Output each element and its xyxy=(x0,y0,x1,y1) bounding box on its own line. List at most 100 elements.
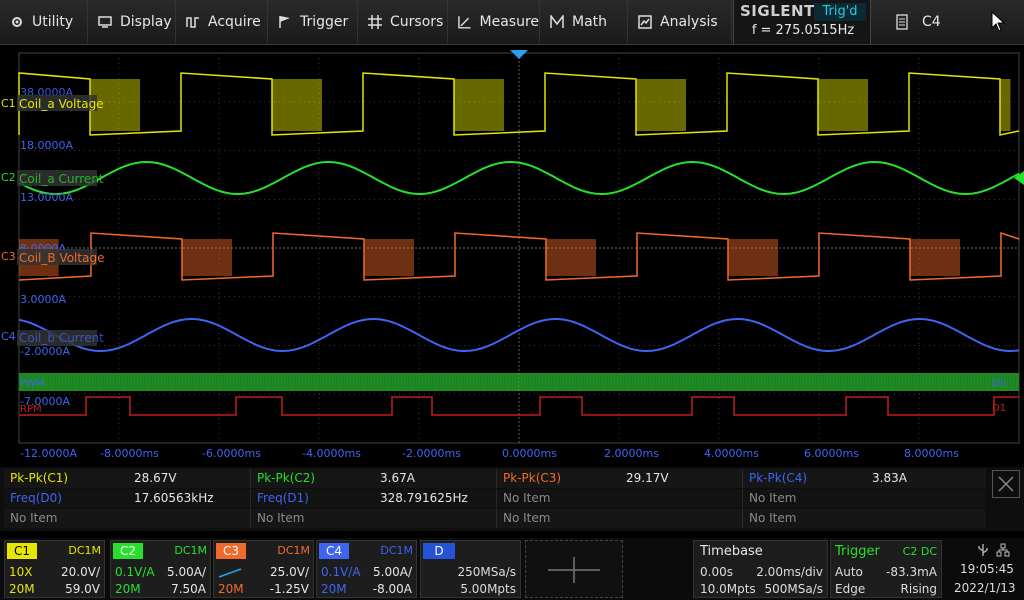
c1-trace-label: Coil_a Voltage xyxy=(19,97,104,111)
c4-trace-label: Coil_b Current xyxy=(19,331,104,345)
waveform-display[interactable]: 38.0000A C1 Coil_a Voltage 18.0000A C2 C… xyxy=(0,45,1024,465)
digital-rate: 250MSa/s xyxy=(457,565,516,579)
measure-icon xyxy=(458,15,471,29)
c1-marker[interactable]: C1 xyxy=(1,97,16,110)
channel-c3-panel[interactable]: C3 DC1M 25.0V/20M -1.25V xyxy=(213,540,314,598)
c3-bottom-value: 3.0000A xyxy=(20,293,66,306)
trigger-status: Trig'd xyxy=(814,3,866,21)
measurement-name[interactable]: Pk-Pk(C2) xyxy=(250,469,370,488)
measurement-value xyxy=(620,489,738,508)
measurement-name[interactable]: Pk-Pk(C4) xyxy=(742,469,862,488)
measurement-value: 3.83A xyxy=(872,471,907,485)
menu-analysis[interactable]: Analysis xyxy=(628,0,732,43)
measurement-name[interactable]: Freq(D1) xyxy=(250,489,370,508)
menu-utility-label: Utility xyxy=(32,13,74,30)
menu-trigger[interactable]: Trigger xyxy=(268,0,358,43)
monitor-icon xyxy=(98,15,112,28)
c3-waveform xyxy=(18,231,1020,281)
measurement-name[interactable]: Freq(D0) xyxy=(4,489,124,508)
d1-label: RPM xyxy=(20,404,42,415)
measurement-name[interactable]: No Item xyxy=(250,509,370,528)
measurement-value: 29.17V xyxy=(626,471,669,485)
channel-probe: 0.1V/A xyxy=(321,565,361,579)
flag-icon xyxy=(279,15,290,28)
measurement-name[interactable]: No Item xyxy=(496,509,616,528)
channel-bw: 20M xyxy=(321,582,347,596)
c3-waveform-burst xyxy=(728,239,779,276)
menu-trigger-label: Trigger xyxy=(300,13,349,30)
channel-coupling: DC1M xyxy=(380,544,413,557)
channel-c2-panel[interactable]: C2 DC1M 0.1V/A 5.00A/20M 7.50A xyxy=(110,540,211,598)
c3-marker[interactable]: C3 xyxy=(1,250,16,263)
c3-waveform-burst xyxy=(546,239,597,276)
time-axis-label: 4.0000ms xyxy=(704,447,759,460)
c2-marker[interactable]: C2 xyxy=(1,171,16,184)
channel-coupling: DC1M xyxy=(68,544,101,557)
digital-tag: D xyxy=(423,543,455,559)
c1-waveform-burst xyxy=(636,79,687,131)
channel-offset: 7.50A xyxy=(171,582,206,596)
c4-marker[interactable]: C4 xyxy=(1,330,16,343)
timebase-depth: 10.0Mpts xyxy=(700,582,756,596)
trigger-level: -83.3mA xyxy=(886,565,937,579)
menu-display[interactable]: Display xyxy=(88,0,176,43)
c3-waveform-burst xyxy=(910,239,961,276)
menu-channel-c4[interactable]: C4 xyxy=(876,0,1024,44)
c2-bottom-value: 13.0000A xyxy=(20,191,73,204)
menu-utility[interactable]: Utility xyxy=(0,0,88,43)
channel-coupling: DC1M xyxy=(174,544,207,557)
c1-bottom-value: 18.0000A xyxy=(20,139,73,152)
menu-cursors[interactable]: Cursors xyxy=(358,0,448,43)
measurement-name[interactable]: Pk-Pk(C1) xyxy=(4,469,124,488)
trigger-type: Edge xyxy=(835,582,866,596)
usb-icon xyxy=(978,544,988,556)
measurement-name[interactable]: No Item xyxy=(742,489,862,508)
channel-offset: 59.0V xyxy=(65,582,100,596)
menu-math[interactable]: Math xyxy=(540,0,628,43)
traces xyxy=(18,72,1020,416)
channel-bw: 20M xyxy=(218,582,244,596)
measurement-name[interactable]: No Item xyxy=(496,489,616,508)
clock-date: 2022/1/13 xyxy=(954,581,1016,595)
measurement-row: Pk-Pk(C1) 28.67V Pk-Pk(C2) 3.67A Pk-Pk(C3) 29… xyxy=(4,469,986,488)
digital-panel[interactable]: D 250MSa/s 5.00Mpts xyxy=(420,540,521,598)
channel-offset: -8.00A xyxy=(372,582,412,596)
measurement-row: No Item No Item No Item No Item xyxy=(4,509,986,528)
time-axis-label: -4.0000ms xyxy=(302,447,361,460)
measurement-name[interactable]: Pk-Pk(C3) xyxy=(496,469,616,488)
c1-waveform-burst xyxy=(272,79,323,131)
channel-scale: 25.0V/ xyxy=(270,565,309,579)
measurement-name[interactable]: No Item xyxy=(742,509,862,528)
measurement-table: Pk-Pk(C1) 28.67V Pk-Pk(C2) 3.67A Pk-Pk(C3) 29… xyxy=(0,467,1024,531)
channel-c1-panel[interactable]: C1 DC1M 10X 20.0V/20M 59.0V xyxy=(4,540,105,598)
time-axis-label: 0.0000ms xyxy=(502,447,557,460)
measurement-value: 328.791625Hz xyxy=(380,491,468,505)
measurement-value: 3.67A xyxy=(380,471,415,485)
c3-waveform-burst xyxy=(364,239,415,276)
trigger-panel[interactable]: Trigger C2 DC Auto -83.3mA Edge Rising xyxy=(830,540,942,598)
timebase-panel[interactable]: Timebase 0.00s 2.00ms/div 10.0Mpts 500MS… xyxy=(693,540,828,598)
measurement-value xyxy=(128,509,246,528)
menu-math-label: Math xyxy=(572,13,608,30)
measurement-name[interactable]: No Item xyxy=(4,509,124,528)
trigger-slope: Rising xyxy=(900,582,937,596)
clock-time: 19:05:45 xyxy=(960,562,1014,576)
add-channel-button[interactable] xyxy=(525,540,623,598)
measurement-row: Freq(D0) 17.60563kHz Freq(D1) 328.791625Hz N… xyxy=(4,489,986,508)
d1-marker: D1 xyxy=(992,403,1006,414)
gear-icon xyxy=(12,16,22,27)
mouse-pointer-icon xyxy=(991,11,1005,32)
trigger-position-marker[interactable] xyxy=(510,50,528,59)
d0-label: PWM xyxy=(20,378,45,389)
c2-trace-label: Coil_a Current xyxy=(19,172,104,186)
menu-acquire[interactable]: Acquire xyxy=(176,0,268,43)
channel-tag: C1 xyxy=(7,543,37,559)
siglent-logo: SIGLENT xyxy=(740,2,815,20)
close-measurements-button[interactable] xyxy=(992,470,1020,498)
trace-labels: 38.0000A C1 Coil_a Voltage 18.0000A C2 C… xyxy=(1,50,1024,460)
menu-measure[interactable]: Measure xyxy=(448,0,540,43)
channel-c4-panel[interactable]: C4 DC1M 0.1V/A 5.00A/20M -8.00A xyxy=(316,540,417,598)
channel-bw: 20M xyxy=(9,582,35,596)
timebase-scale: 2.00ms/div xyxy=(756,565,823,579)
brand-status-panel: SIGLENT Trig'd f = 275.0515Hz xyxy=(733,0,871,44)
